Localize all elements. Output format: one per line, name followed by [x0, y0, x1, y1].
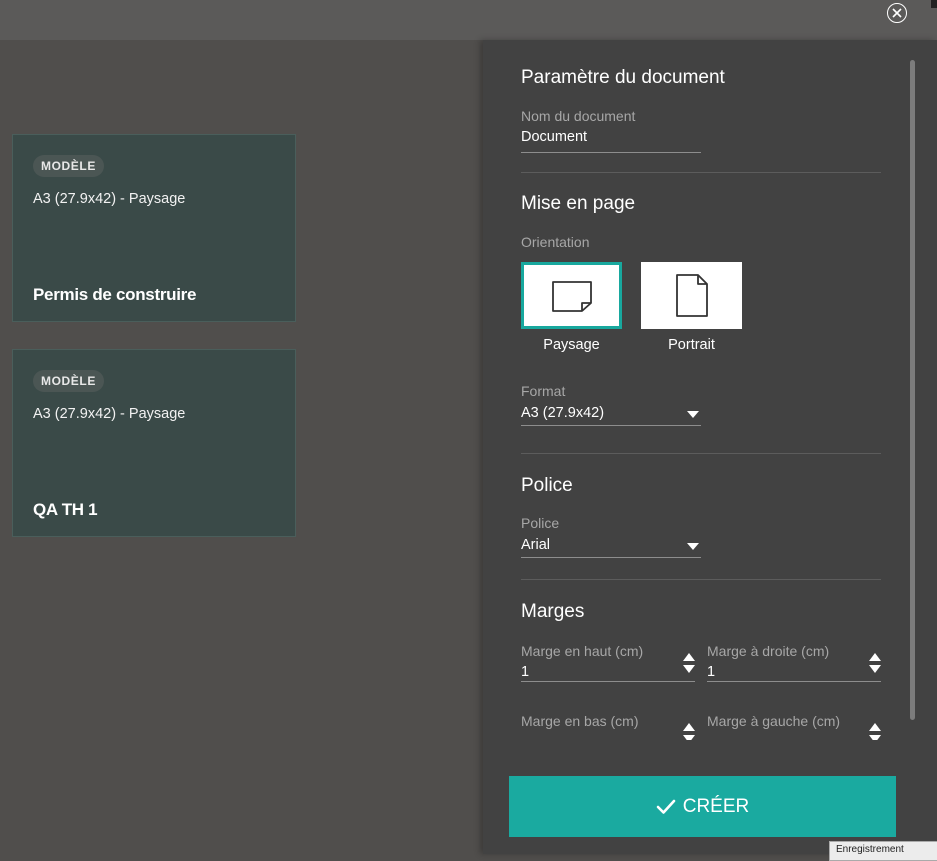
close-icon: [892, 8, 902, 18]
template-badge: MODÈLE: [33, 370, 104, 392]
template-card-permis-de-construire[interactable]: MODÈLE A3 (27.9x42) - Paysage Permis de …: [12, 134, 296, 322]
margin-top-input[interactable]: 1: [521, 664, 529, 680]
format-value: A3 (27.9x42): [521, 405, 605, 421]
margin-right-field[interactable]: Marge à droite (cm) 1: [707, 643, 881, 689]
orientation-landscape-label: Paysage: [543, 337, 600, 353]
section-divider: [521, 172, 881, 173]
section-divider: [521, 579, 881, 580]
template-format: A3 (27.9x42) - Paysage: [33, 191, 186, 207]
portrait-page-icon: [675, 273, 708, 317]
check-icon: [656, 799, 676, 814]
landscape-page-icon: [551, 280, 592, 312]
margin-top-underline: [521, 681, 695, 682]
template-name: Permis de construire: [33, 285, 197, 304]
orientation-label: Orientation: [521, 234, 590, 250]
font-value: Arial: [521, 537, 551, 553]
template-badge: MODÈLE: [33, 155, 104, 177]
tooltip: Enregistrement: [829, 841, 937, 861]
top-bar: [0, 0, 937, 40]
margin-right-underline: [707, 681, 881, 682]
font-label: Police: [521, 515, 560, 531]
panel-scrollbar[interactable]: [910, 60, 915, 720]
stepper-down-icon[interactable]: [683, 665, 695, 673]
template-name: QA TH 1: [33, 500, 98, 519]
document-settings-title: Paramètre du document: [521, 67, 725, 88]
close-button[interactable]: [887, 3, 907, 23]
margin-top-stepper[interactable]: [682, 653, 696, 677]
document-name-underline: [521, 152, 701, 153]
document-name-label: Nom du document: [521, 108, 636, 124]
orientation-landscape-option[interactable]: [521, 262, 622, 329]
document-settings-panel: Paramètre du document Nom du document Do…: [483, 40, 937, 854]
section-divider: [521, 453, 881, 454]
stepper-up-icon[interactable]: [683, 723, 695, 731]
format-underline: [521, 425, 701, 426]
font-underline: [521, 557, 701, 558]
template-card-qa-th-1[interactable]: MODÈLE A3 (27.9x42) - Paysage QA TH 1: [12, 349, 296, 537]
format-label: Format: [521, 383, 566, 399]
chevron-down-icon: [687, 543, 699, 550]
layout-section-title: Mise en page: [521, 193, 636, 214]
document-name-input[interactable]: Document: [521, 129, 587, 145]
stepper-up-icon[interactable]: [869, 653, 881, 661]
orientation-portrait-label: Portrait: [668, 337, 715, 353]
margin-right-input[interactable]: 1: [707, 664, 715, 680]
margin-bottom-label: Marge en bas (cm): [521, 713, 639, 729]
corner-mark: [931, 0, 937, 8]
margin-right-stepper[interactable]: [868, 653, 882, 677]
orientation-portrait-option[interactable]: [641, 262, 742, 329]
margin-left-label: Marge à gauche (cm): [707, 713, 841, 729]
margin-right-label: Marge à droite (cm): [707, 643, 830, 659]
margin-top-field[interactable]: Marge en haut (cm) 1: [521, 643, 695, 689]
stepper-up-icon[interactable]: [869, 723, 881, 731]
create-button-label: CRÉER: [682, 795, 750, 817]
format-select[interactable]: A3 (27.9x42): [521, 405, 701, 433]
margin-top-label: Marge en haut (cm): [521, 643, 644, 659]
margins-section-title: Marges: [521, 601, 585, 622]
font-section-title: Police: [521, 475, 573, 496]
template-format: A3 (27.9x42) - Paysage: [33, 406, 186, 422]
chevron-down-icon: [687, 411, 699, 418]
stepper-down-icon[interactable]: [869, 665, 881, 673]
create-button[interactable]: CRÉER: [509, 776, 896, 837]
stepper-up-icon[interactable]: [683, 653, 695, 661]
font-select[interactable]: Arial: [521, 537, 701, 565]
